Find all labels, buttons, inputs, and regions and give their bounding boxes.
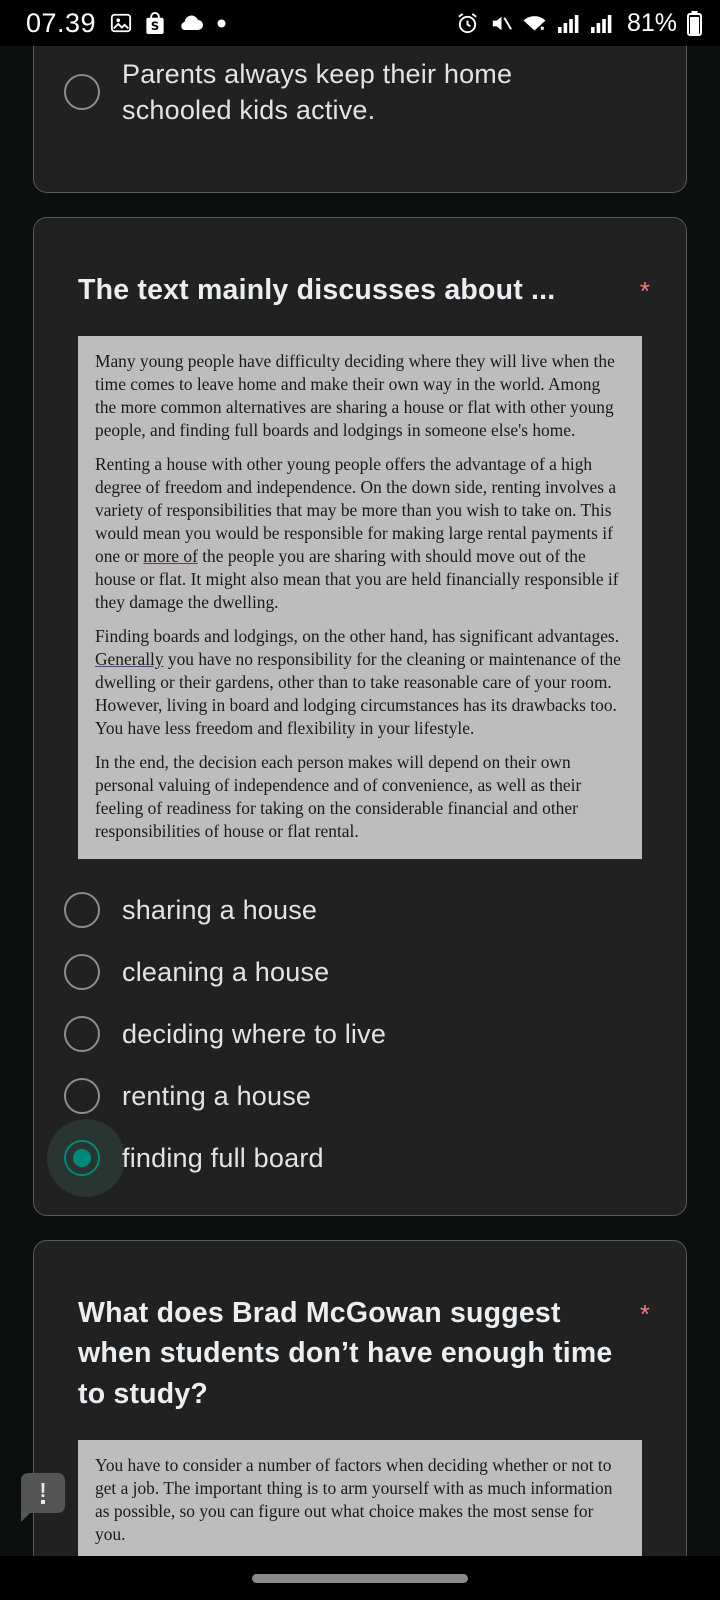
- question-passage: Many young people have difficulty decidi…: [78, 336, 642, 859]
- passage-paragraph: Finding boards and lodgings, on the othe…: [95, 626, 621, 738]
- option-row[interactable]: Parents always keep their home schooled …: [34, 46, 686, 139]
- option-row-sharing-a-house[interactable]: sharing a house: [34, 879, 686, 941]
- signal-icon: [557, 13, 580, 34]
- image-icon: [110, 12, 132, 34]
- question-header: What does Brad McGowan suggest when stud…: [34, 1241, 686, 1434]
- passage-paragraph: In the end, the decision each person mak…: [95, 751, 582, 841]
- battery-percent-label: 81%: [626, 8, 677, 37]
- option-label: sharing a house: [122, 894, 318, 925]
- scroll-content[interactable]: Parents always keep their home schooled …: [0, 46, 720, 1600]
- question-card-partial: Parents always keep their home schooled …: [33, 46, 687, 193]
- dot-icon: [217, 19, 226, 28]
- feedback-alert-button[interactable]: !: [21, 1473, 65, 1522]
- option-row-cleaning-a-house[interactable]: cleaning a house: [34, 941, 686, 1003]
- question-title: What does Brad McGowan suggest when stud…: [78, 1296, 613, 1410]
- question-header: The text mainly discusses about ... *: [34, 218, 686, 330]
- question-card-2: What does Brad McGowan suggest when stud…: [33, 1239, 687, 1600]
- required-asterisk: *: [639, 1298, 650, 1329]
- option-row-renting-a-house[interactable]: renting a house: [34, 1065, 686, 1127]
- option-label: Parents always keep their home schooled …: [122, 59, 513, 126]
- option-label: deciding where to live: [122, 1018, 387, 1049]
- battery-icon: [687, 10, 702, 36]
- options-list: sharing a house cleaning a house decidin…: [34, 873, 686, 1215]
- required-asterisk: *: [639, 276, 650, 306]
- underlined-phrase: Generally: [95, 649, 164, 670]
- radio-icon[interactable]: [64, 891, 100, 928]
- mute-icon: [489, 12, 512, 35]
- question-card-1: The text mainly discusses about ... * Ma…: [33, 217, 687, 1216]
- cloud-icon: [178, 14, 204, 32]
- alarm-icon: [456, 12, 479, 35]
- svg-text:S: S: [151, 19, 159, 33]
- status-right-icons: 81%: [456, 9, 702, 38]
- status-time: 07.39: [26, 7, 97, 38]
- exclamation-icon: !: [39, 1480, 47, 1502]
- underlined-phrase: more of: [143, 546, 198, 567]
- option-label: cleaning a house: [122, 956, 330, 987]
- passage-paragraph: Renting a house with other young people …: [95, 454, 619, 613]
- status-left-icons: S: [110, 11, 226, 35]
- passage-paragraph: You have to consider a number of factors…: [95, 1455, 613, 1545]
- gesture-pill-handle[interactable]: [252, 1573, 468, 1583]
- radio-icon[interactable]: [64, 1077, 100, 1114]
- radio-icon[interactable]: [64, 1015, 100, 1052]
- radio-icon[interactable]: [64, 953, 100, 990]
- app-screen: 07.39 S 81% Parents always keep their ho…: [0, 0, 720, 1600]
- gesture-nav-bar: [0, 1556, 720, 1600]
- question-title: The text mainly discusses about ...: [78, 274, 556, 306]
- option-label: renting a house: [122, 1080, 312, 1111]
- radio-icon-selected[interactable]: [64, 1139, 100, 1176]
- exclamation-dot-icon: [41, 1500, 45, 1504]
- status-bar: 07.39 S 81%: [0, 0, 720, 46]
- shopee-icon: S: [145, 11, 165, 35]
- option-row-deciding-where-to-live[interactable]: deciding where to live: [34, 1003, 686, 1065]
- passage-paragraph: Many young people have difficulty decidi…: [95, 351, 615, 441]
- radio-icon[interactable]: [64, 74, 100, 111]
- signal2-icon: [590, 13, 613, 34]
- option-row-finding-full-board[interactable]: finding full board: [34, 1118, 686, 1197]
- option-label: finding full board: [122, 1142, 324, 1173]
- wifi-icon: [522, 13, 547, 34]
